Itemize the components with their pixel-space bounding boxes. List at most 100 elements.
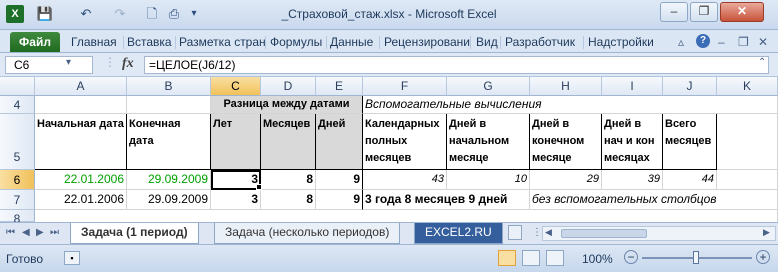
zoom-slider-thumb[interactable]: [693, 251, 699, 264]
column-header-j[interactable]: J: [663, 77, 717, 96]
page-break-view-icon[interactable]: [546, 250, 564, 266]
cell-j5[interactable]: Всего месяцев: [663, 114, 717, 170]
cell-b7[interactable]: 29.09.2009: [127, 190, 211, 210]
cell-d6[interactable]: 8: [261, 170, 316, 190]
splitter-icon: ⋮: [104, 55, 116, 69]
workbook-restore-icon[interactable]: ❐: [738, 35, 749, 49]
cell-a7[interactable]: 22.01.2006: [35, 190, 127, 210]
row-header-8[interactable]: 8: [0, 210, 35, 222]
cell-d7[interactable]: 8: [261, 190, 316, 210]
scroll-right-icon[interactable]: ▶: [763, 227, 770, 238]
scroll-left-icon[interactable]: ◀: [545, 227, 552, 238]
workbook-close-icon[interactable]: ✕: [758, 35, 768, 49]
cell-h7[interactable]: без вспомогательных столбцов: [530, 190, 778, 210]
sheet-tab-task-many[interactable]: Задача (несколько периодов): [214, 223, 401, 244]
column-header-e[interactable]: E: [316, 77, 363, 96]
column-header-h[interactable]: H: [530, 77, 602, 96]
cell-k6[interactable]: [717, 170, 778, 190]
cell-f7[interactable]: 3 года 8 месяцев 9 дней: [363, 190, 530, 210]
cell-c4-merged[interactable]: Разница между датами: [211, 96, 363, 114]
zoom-in-icon[interactable]: +: [756, 250, 770, 264]
formula-bar: C6 ▾ ⋮ fx =ЦЕЛОЕ(J6/12) ⌃: [0, 53, 778, 77]
name-box-dropdown-icon[interactable]: ▾: [66, 57, 71, 68]
column-header-c[interactable]: C: [211, 77, 261, 96]
row-8-cells[interactable]: [35, 210, 778, 222]
tab-insert[interactable]: Вставка: [127, 35, 172, 49]
workbook-minimize-icon[interactable]: –: [718, 35, 725, 49]
horizontal-scrollbar[interactable]: ◀ ▶: [542, 226, 776, 241]
cell-c6-selected[interactable]: 3: [211, 170, 261, 190]
cell-e6[interactable]: 9: [316, 170, 363, 190]
cell-c5[interactable]: Лет: [211, 114, 261, 170]
column-header-d[interactable]: D: [261, 77, 316, 96]
tab-addins[interactable]: Надстройки: [588, 35, 654, 49]
cell-b5[interactable]: Конечная дата: [127, 114, 211, 170]
ribbon-tabs: Файл Главная Вставка Разметка стран Форм…: [0, 30, 778, 53]
help-icon[interactable]: ?: [696, 34, 710, 48]
status-text: Готово: [6, 252, 44, 266]
column-header-g[interactable]: G: [447, 77, 530, 96]
macro-record-icon[interactable]: ▪: [64, 251, 80, 265]
row-header-5[interactable]: 5: [0, 114, 35, 170]
tab-file[interactable]: Файл: [10, 32, 60, 52]
cell-e7[interactable]: 9: [316, 190, 363, 210]
restore-button[interactable]: ❐: [690, 2, 718, 22]
first-sheet-icon[interactable]: ⏮: [6, 227, 15, 238]
insert-function-icon[interactable]: fx: [122, 56, 134, 72]
zoom-level[interactable]: 100%: [582, 252, 613, 266]
column-header-i[interactable]: I: [602, 77, 663, 96]
cell-g6[interactable]: 10: [447, 170, 530, 190]
cell-e5[interactable]: Дней: [316, 114, 363, 170]
status-bar: Готово ▪ 100% − +: [0, 244, 778, 272]
formula-input[interactable]: =ЦЕЛОЕ(J6/12): [144, 56, 769, 74]
cell-f5[interactable]: Календарных полных месяцев: [363, 114, 447, 170]
close-button[interactable]: ✕: [720, 2, 764, 22]
tab-review[interactable]: Рецензировани: [384, 35, 470, 49]
normal-view-icon[interactable]: [498, 250, 516, 266]
scroll-thumb[interactable]: [561, 229, 647, 238]
tab-home[interactable]: Главная: [71, 35, 117, 49]
cell-b4[interactable]: [127, 96, 211, 114]
column-header-a[interactable]: A: [35, 77, 127, 96]
ribbon-minimize-icon[interactable]: ▵: [678, 35, 684, 49]
select-all-corner[interactable]: [0, 77, 35, 96]
expand-formula-icon[interactable]: ⌃: [758, 57, 766, 68]
next-sheet-icon[interactable]: ▶: [36, 227, 44, 238]
cell-f4[interactable]: Вспомогательные вычисления: [363, 96, 778, 114]
new-sheet-icon[interactable]: [508, 225, 522, 240]
sheet-tab-task-1[interactable]: Задача (1 период): [70, 223, 199, 244]
tab-data[interactable]: Данные: [330, 35, 373, 49]
cell-c7[interactable]: 3: [211, 190, 261, 210]
tab-formulas[interactable]: Формулы: [270, 35, 322, 49]
tab-page-layout[interactable]: Разметка стран: [179, 35, 266, 49]
row-header-4[interactable]: 4: [0, 96, 35, 114]
cell-j6[interactable]: 44: [663, 170, 717, 190]
column-header-b[interactable]: B: [127, 77, 211, 96]
prev-sheet-icon[interactable]: ◀: [22, 227, 30, 238]
tab-view[interactable]: Вид: [476, 35, 498, 49]
cell-a4[interactable]: [35, 96, 127, 114]
column-header-f[interactable]: F: [363, 77, 447, 96]
minimize-button[interactable]: –: [660, 2, 688, 22]
cell-f6[interactable]: 43: [363, 170, 447, 190]
tab-developer[interactable]: Разработчик: [505, 35, 575, 49]
last-sheet-icon[interactable]: ⏭: [50, 227, 59, 238]
cell-h6[interactable]: 29: [530, 170, 602, 190]
sheet-tab-excel2[interactable]: EXCEL2.RU: [414, 223, 503, 244]
column-header-k[interactable]: K: [717, 77, 778, 96]
name-box[interactable]: C6: [5, 56, 93, 74]
cell-a6[interactable]: 22.01.2006: [35, 170, 127, 190]
cell-b6[interactable]: 29.09.2009: [127, 170, 211, 190]
cell-i6[interactable]: 39: [602, 170, 663, 190]
cell-h5[interactable]: Дней в конечном месяце: [530, 114, 602, 170]
row-header-6[interactable]: 6: [0, 170, 35, 190]
cell-i5[interactable]: Дней в нач и кон месяцах: [602, 114, 663, 170]
cell-d5[interactable]: Месяцев: [261, 114, 316, 170]
cell-g5[interactable]: Дней в начальном месяце: [447, 114, 530, 170]
zoom-out-icon[interactable]: −: [624, 250, 638, 264]
cell-k5[interactable]: [717, 114, 778, 170]
cell-a5[interactable]: Начальная дата: [35, 114, 127, 170]
row-header-7[interactable]: 7: [0, 190, 35, 210]
page-layout-view-icon[interactable]: [522, 250, 540, 266]
tab-split-handle[interactable]: ⋮: [532, 227, 542, 238]
